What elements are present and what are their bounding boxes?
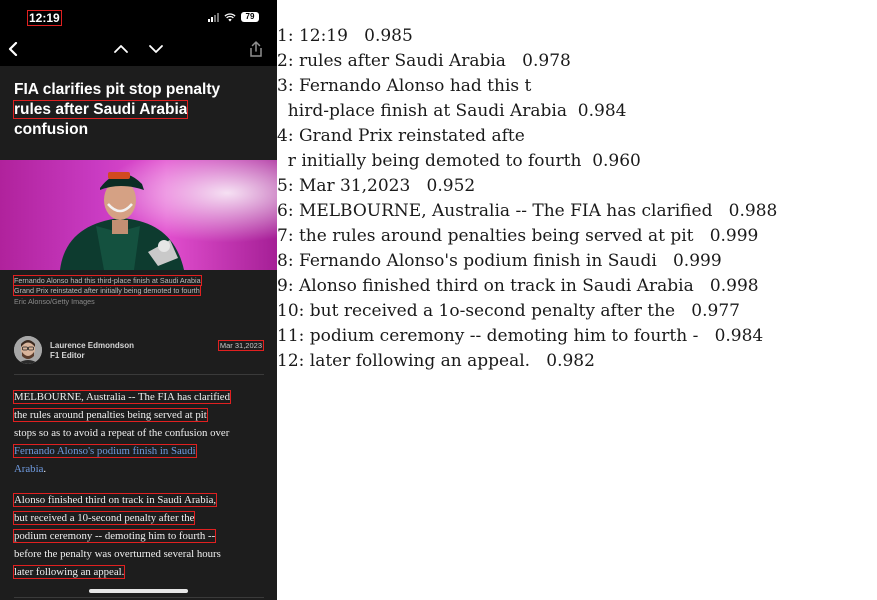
next-article-icon[interactable] bbox=[146, 39, 166, 59]
caption-line: Grand Prix reinstated after initially be… bbox=[13, 285, 201, 297]
body-line: later following an appeal. bbox=[12, 565, 126, 579]
body-line: stops so as to avoid a repeat of the con… bbox=[14, 427, 230, 439]
ocr-result-line: hird-place finish at Saudi Arabia 0.984 bbox=[277, 101, 627, 121]
body-punct: . bbox=[43, 463, 47, 475]
ocr-results-list: 1: 12:19 0.985 2: rules after Saudi Arab… bbox=[277, 24, 777, 374]
article-body-area: Fernando Alonso had this third-place fin… bbox=[0, 270, 277, 600]
divider bbox=[14, 597, 264, 598]
ocr-result-line: 12: later following an appeal. 0.982 bbox=[277, 351, 595, 371]
body-line: podium ceremony -- demoting him to fourt… bbox=[12, 529, 217, 543]
ocr-result-line: 11: podium ceremony -- demoting him to f… bbox=[277, 326, 764, 346]
photo-caption: Fernando Alonso had this third-place fin… bbox=[13, 275, 266, 307]
ocr-result-line: 1: 12:19 0.985 bbox=[277, 26, 413, 46]
ocr-result-line: 10: but received a 1o-second penalty aft… bbox=[277, 301, 740, 321]
signal-icon bbox=[208, 12, 219, 22]
publish-date: Mar 31,2023 bbox=[217, 340, 265, 351]
body-line: the rules around penalties being served … bbox=[13, 408, 208, 422]
ocr-result-line: 9: Alonso finished third on track in Sau… bbox=[277, 276, 759, 296]
ocr-results-panel: 1: 12:19 0.985 2: rules after Saudi Arab… bbox=[277, 0, 877, 600]
ocr-result-line: 3: Fernando Alonso had this t bbox=[277, 76, 532, 96]
headline-area: FIA clarifies pit stop penalty rules aft… bbox=[0, 66, 277, 160]
status-icons: 79 bbox=[208, 12, 259, 22]
ocr-result-line: 8: Fernando Alonso's podium finish in Sa… bbox=[277, 251, 722, 271]
body-line: Alonso finished third on track in Saudi … bbox=[12, 493, 218, 507]
ocr-result-line: 5: Mar 31,2023 0.952 bbox=[277, 176, 476, 196]
body-line: but received a 10-second penalty after t… bbox=[12, 511, 196, 525]
author-role: F1 Editor bbox=[50, 351, 85, 360]
battery-icon: 79 bbox=[241, 12, 259, 22]
ocr-result-line: 7: the rules around penalties being serv… bbox=[277, 226, 759, 246]
article-headline: FIA clarifies pit stop penalty rules aft… bbox=[12, 80, 264, 140]
status-bar: 12:19 79 bbox=[0, 0, 277, 34]
body-line: before the penalty was overturned severa… bbox=[14, 548, 221, 560]
ocr-result-line: 2: rules after Saudi Arabia 0.978 bbox=[277, 51, 571, 71]
paragraph-2: Alonso finished third on track in Saudi … bbox=[12, 491, 269, 581]
alonso-podium-link[interactable]: Fernando Alonso's podium finish in Saudi bbox=[13, 444, 197, 458]
photo-credit: Eric Alonso/Getty Images bbox=[14, 296, 95, 306]
headline-line: rules after Saudi Arabia bbox=[12, 100, 189, 119]
share-icon[interactable] bbox=[246, 39, 266, 59]
ocr-result-line: r initially being demoted to fourth 0.96… bbox=[277, 151, 641, 171]
headline-line: FIA clarifies pit stop penalty bbox=[14, 81, 221, 98]
headline-line: confusion bbox=[14, 121, 89, 138]
home-indicator[interactable] bbox=[89, 589, 188, 593]
divider bbox=[14, 374, 264, 375]
article-nav-bar bbox=[0, 34, 277, 64]
hero-photo bbox=[0, 160, 277, 270]
back-chevron-icon[interactable] bbox=[3, 39, 23, 59]
phone-screenshot: 12:19 79 FIA clarifies pit stop penalty … bbox=[0, 0, 277, 600]
wifi-icon bbox=[224, 12, 236, 21]
body-line: MELBOURNE, Australia -- The FIA has clar… bbox=[13, 390, 231, 404]
caption-line: Fernando Alonso had this third-place fin… bbox=[13, 275, 202, 286]
avatar[interactable] bbox=[14, 336, 42, 364]
paragraph-1: MELBOURNE, Australia -- The FIA has clar… bbox=[13, 388, 269, 478]
author-byline: Laurence Edmondson F1 Editor Mar 31,2023 bbox=[14, 336, 265, 366]
author-name[interactable]: Laurence Edmondson bbox=[50, 341, 134, 350]
status-time: 12:19 bbox=[27, 10, 62, 26]
previous-article-icon[interactable] bbox=[111, 39, 131, 59]
alonso-podium-link-cont[interactable]: Arabia bbox=[14, 463, 43, 475]
ocr-result-line: 4: Grand Prix reinstated afte bbox=[277, 126, 525, 146]
ocr-result-line: 6: MELBOURNE, Australia -- The FIA has c… bbox=[277, 201, 778, 221]
